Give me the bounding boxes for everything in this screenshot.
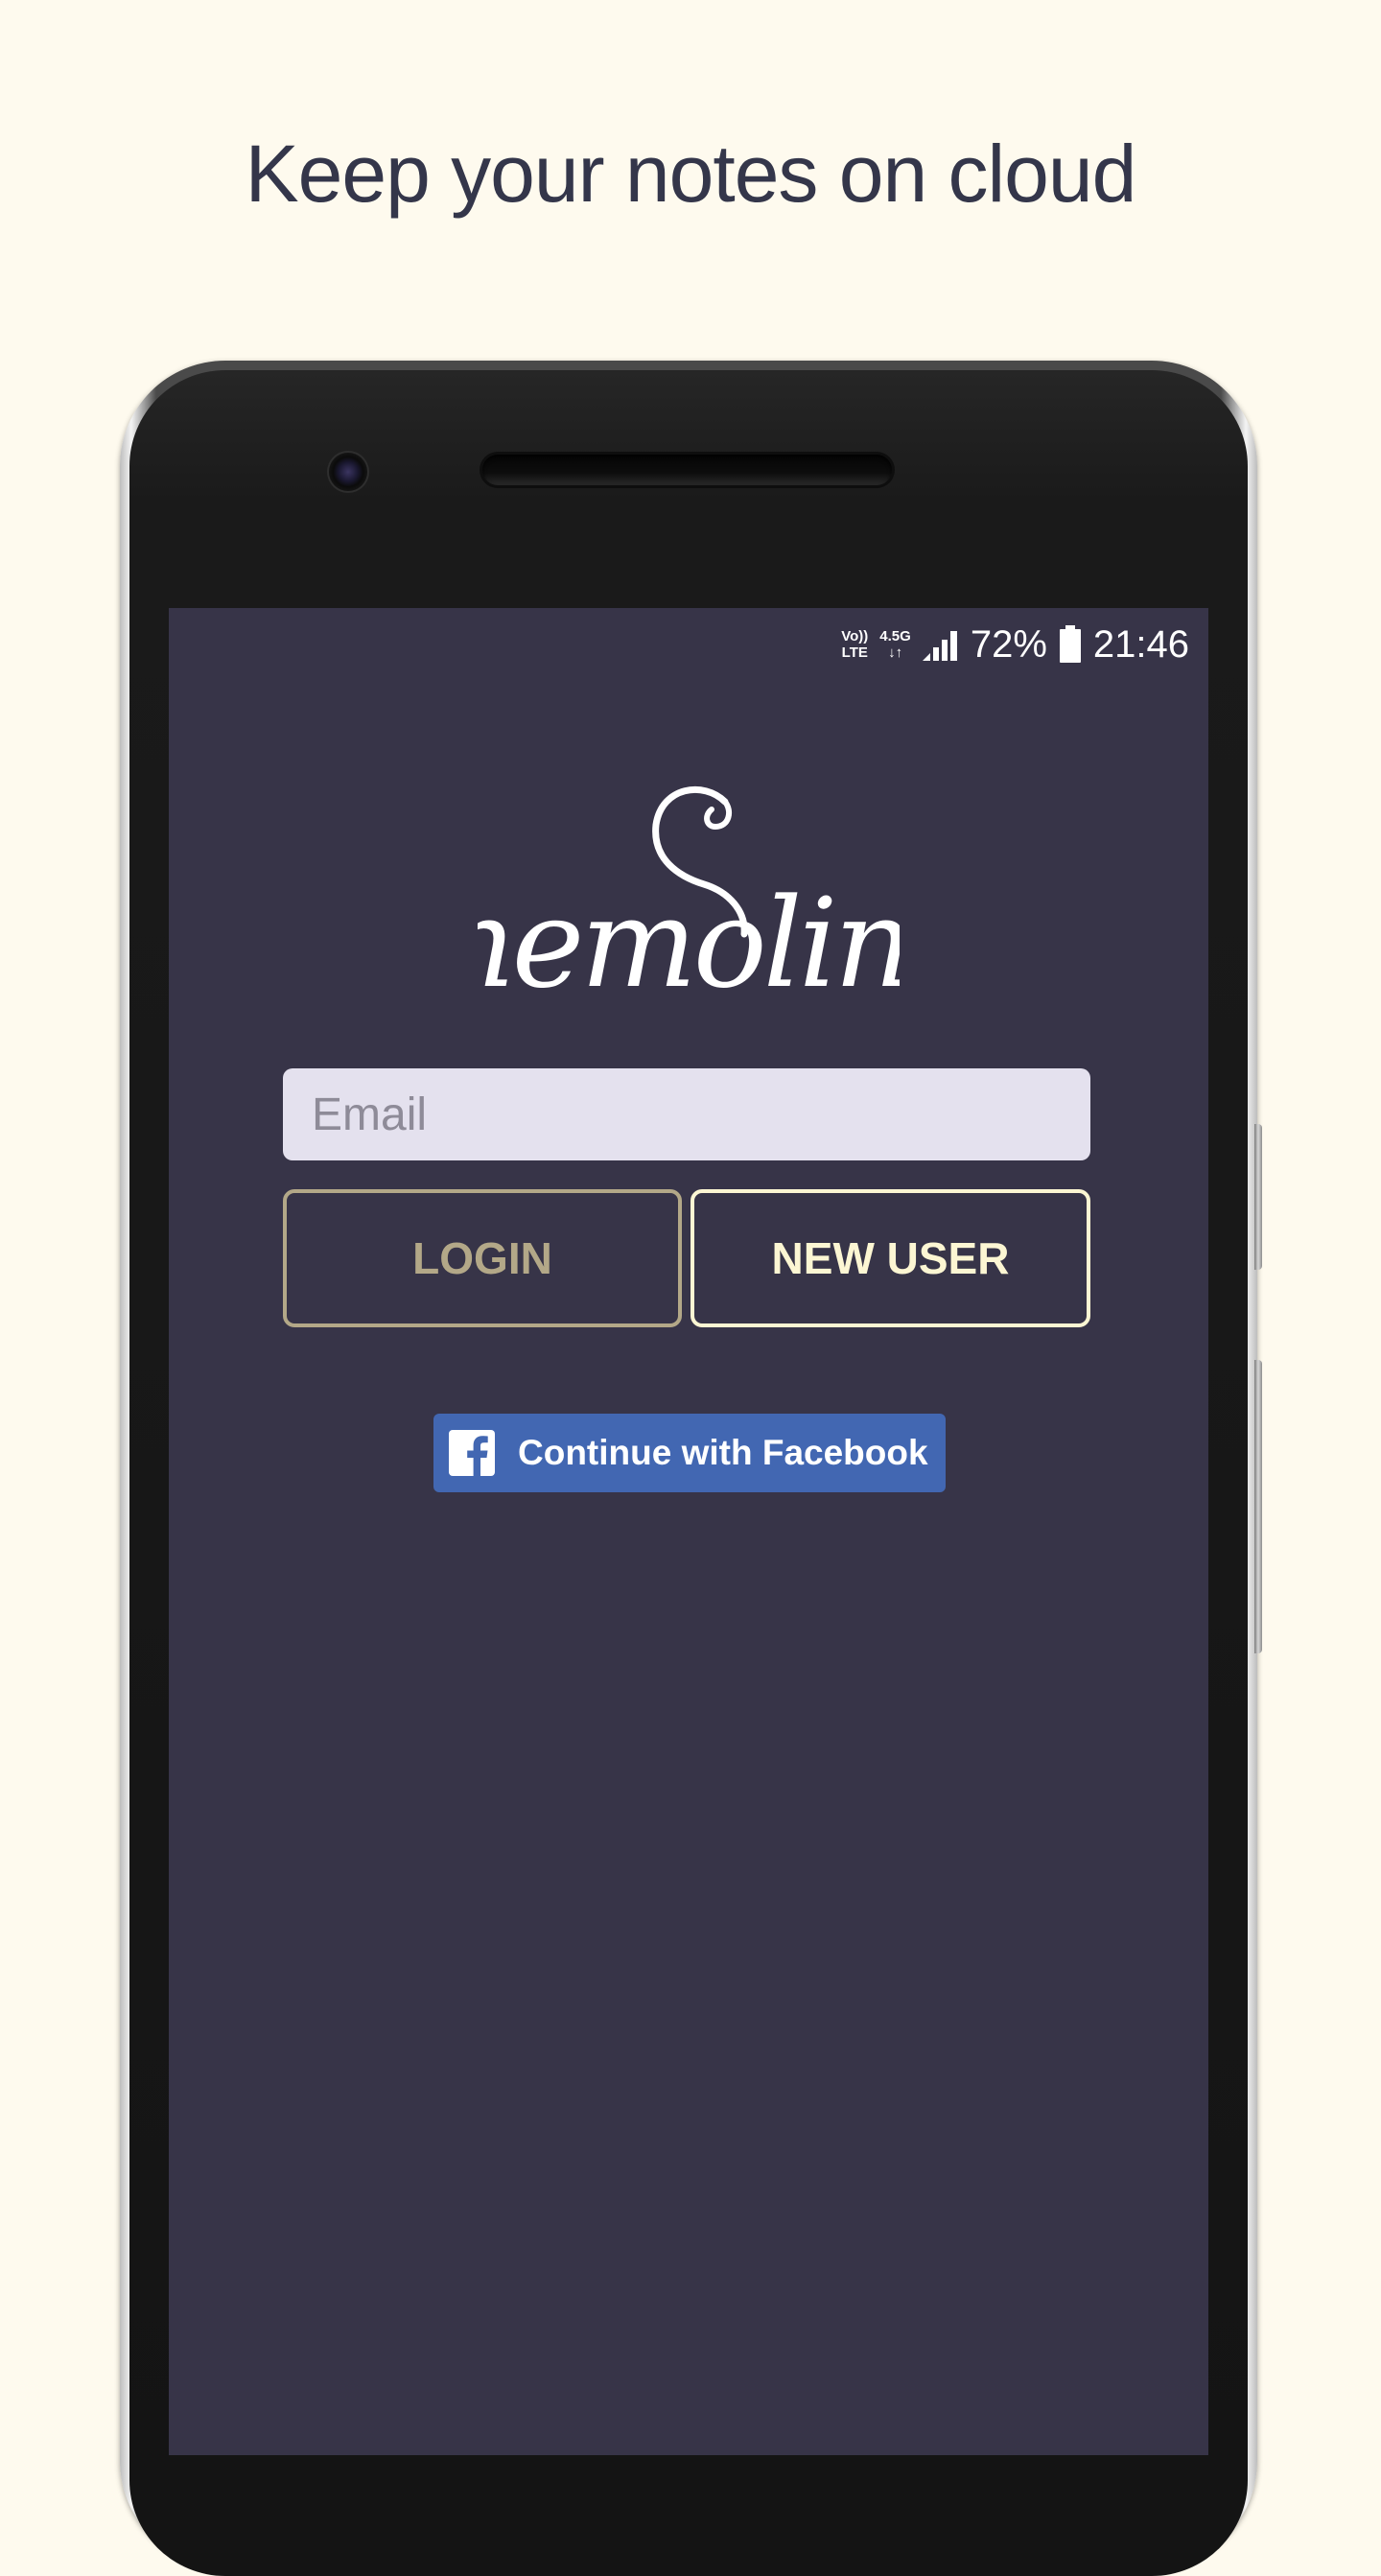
network-type-label: 4.5G [879, 628, 911, 644]
facebook-logo-icon [449, 1430, 495, 1476]
volte-icon: Vo)) LTE [841, 628, 868, 661]
phone-screen: Vo)) LTE 4.5G ↓↑ 72% 21:46 memoline LOGI… [169, 608, 1208, 2455]
memoline-logo: memoline [478, 785, 900, 1016]
network-icon: 4.5G ↓↑ [879, 628, 911, 661]
battery-icon [1059, 625, 1081, 663]
power-button [1254, 1360, 1262, 1653]
signal-icon [922, 631, 957, 661]
page-headline: Keep your notes on cloud [245, 129, 1137, 219]
email-input[interactable] [283, 1068, 1090, 1160]
battery-percent: 72% [970, 623, 1047, 666]
status-bar: Vo)) LTE 4.5G ↓↑ 72% 21:46 [841, 623, 1189, 666]
front-camera-icon [329, 453, 367, 491]
volte-label: Vo)) [841, 628, 869, 644]
new-user-button[interactable]: NEW USER [690, 1189, 1090, 1327]
status-time: 21:46 [1092, 623, 1189, 666]
app-logo: memoline [169, 777, 1208, 1017]
data-arrows-label: ↓↑ [888, 644, 903, 661]
logo-wordmark: memoline [478, 873, 900, 1016]
facebook-button-label: Continue with Facebook [518, 1433, 928, 1472]
earpiece-speaker [482, 455, 892, 485]
facebook-login-button[interactable]: Continue with Facebook [433, 1414, 946, 1492]
lte-label: LTE [841, 644, 868, 661]
volume-button [1254, 1124, 1262, 1270]
login-button[interactable]: LOGIN [283, 1189, 682, 1327]
